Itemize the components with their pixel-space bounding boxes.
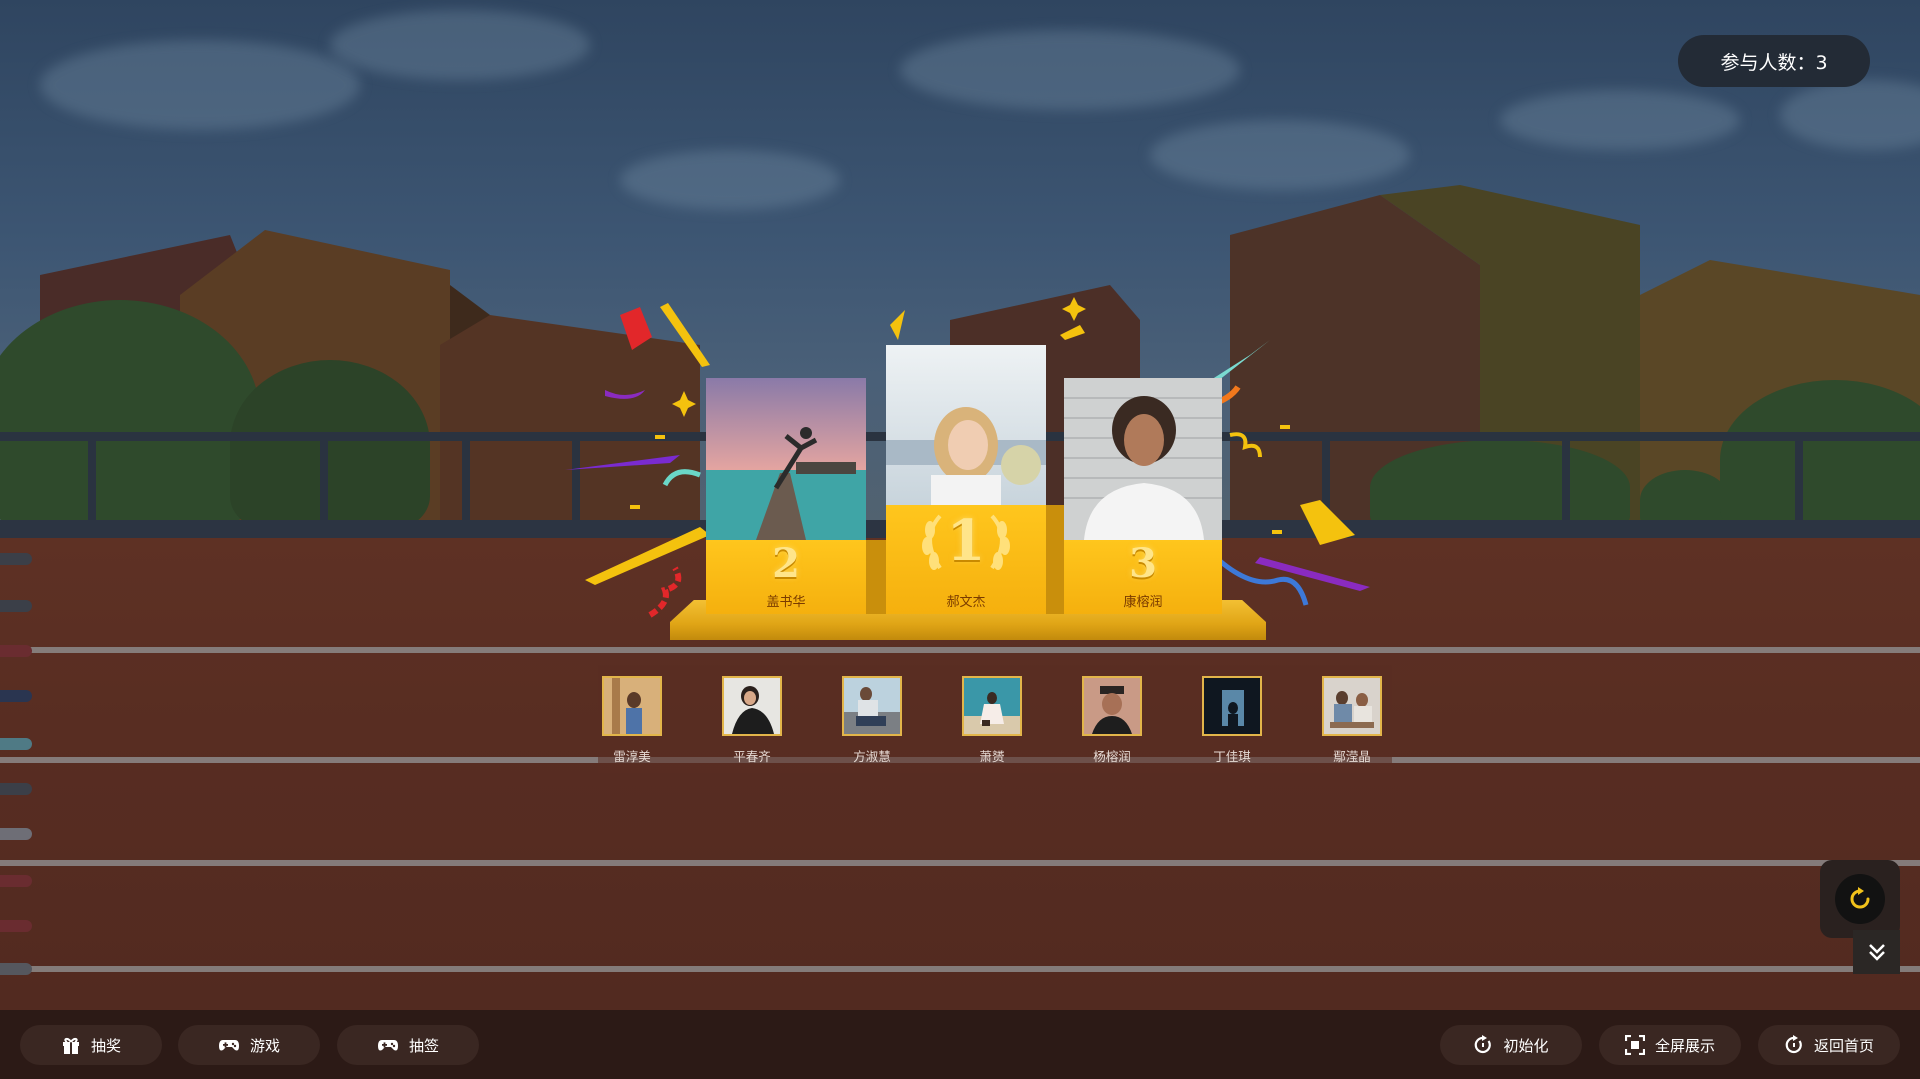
fullscreen-button[interactable]: 全屏展示 (1599, 1025, 1741, 1065)
gift-icon (62, 1037, 79, 1054)
podium-third-side (1046, 540, 1064, 614)
participant-count-text: 参与人数：3 (1720, 51, 1828, 74)
winner-third-name: 康榕润 (1123, 595, 1163, 610)
participant-item[interactable]: 平春齐 (722, 676, 782, 765)
participant-avatar (962, 676, 1022, 736)
winner-second-name: 盖书华 (766, 595, 806, 610)
fullscreen-icon (1624, 1035, 1645, 1055)
shoe-decoration (0, 920, 32, 932)
game-label: 游戏 (249, 1036, 280, 1055)
participant-item[interactable]: 方淑慧 (842, 676, 902, 765)
participant-avatar (842, 676, 902, 736)
participant-avatar (602, 676, 662, 736)
participant-name: 杨榕润 (1093, 749, 1131, 764)
bush-left-small (230, 360, 430, 530)
participant-item[interactable]: 萧赟 (962, 676, 1022, 765)
winner-second-photo (706, 378, 866, 540)
double-chevron-down-icon (1868, 944, 1885, 961)
track-lane-line (0, 860, 1920, 866)
participant-avatar (722, 676, 782, 736)
lottery-label: 抽奖 (90, 1036, 121, 1055)
draw-label: 抽签 (408, 1036, 439, 1055)
draw-button[interactable]: 抽签 (337, 1025, 479, 1065)
shoe-decoration (0, 738, 32, 750)
cloud (330, 10, 590, 80)
fence-post (462, 432, 470, 527)
winner-first-name: 郝文杰 (946, 595, 986, 610)
rank-first-number: 1 (946, 508, 986, 574)
cloud (40, 40, 360, 130)
gamepad-icon (218, 1040, 239, 1051)
shoe-decoration (0, 553, 32, 565)
cloud (620, 150, 840, 210)
participant-item[interactable]: 鄢滢晶 (1322, 676, 1382, 765)
participant-name: 方淑慧 (853, 749, 891, 764)
cloud (900, 30, 1240, 110)
bush-left (0, 300, 260, 530)
participant-name: 平春齐 (733, 749, 771, 764)
participant-count-badge: 参与人数：3 (1678, 35, 1870, 87)
fence-post (1562, 432, 1570, 527)
rank-second-number: 2 (772, 540, 800, 587)
lottery-button[interactable]: 抽奖 (20, 1025, 162, 1065)
participant-avatar (1082, 676, 1142, 736)
participant-name: 雷淳美 (613, 749, 651, 764)
gamepad-icon (377, 1040, 398, 1051)
rank-third-number: 3 (1129, 540, 1157, 587)
back-home-button[interactable]: 返回首页 (1758, 1025, 1900, 1065)
fullscreen-label: 全屏展示 (1654, 1036, 1715, 1055)
participant-item[interactable]: 丁佳琪 (1202, 676, 1262, 765)
cloud (1150, 120, 1410, 190)
podium-second-side (866, 540, 886, 614)
participant-avatar (1322, 676, 1382, 736)
participant-avatar (1202, 676, 1262, 736)
collapse-button[interactable] (1853, 930, 1900, 974)
participant-name: 萧赟 (979, 749, 1005, 764)
winner-first-photo (886, 345, 1046, 505)
participant-item[interactable]: 雷淳美 (602, 676, 662, 765)
shoe-decoration (0, 645, 32, 657)
fence-post (88, 432, 96, 527)
participant-name: 丁佳琪 (1213, 749, 1251, 764)
refresh-icon (1850, 887, 1870, 909)
power-reset-icon (1785, 1035, 1802, 1054)
shoe-decoration (0, 875, 32, 887)
power-reset-icon (1475, 1035, 1492, 1054)
fence-post (320, 432, 328, 527)
shoe-decoration (0, 963, 32, 975)
initialize-label: 初始化 (1503, 1036, 1549, 1055)
shoe-decoration (0, 600, 32, 612)
back-home-label: 返回首页 (1813, 1036, 1874, 1055)
participant-item[interactable]: 杨榕润 (1082, 676, 1142, 765)
cloud (1500, 90, 1740, 150)
shoe-decoration (0, 690, 32, 702)
shoe-decoration (0, 828, 32, 840)
initialize-button[interactable]: 初始化 (1440, 1025, 1582, 1065)
track-lane-line (0, 966, 1920, 972)
game-button[interactable]: 游戏 (178, 1025, 320, 1065)
track-lane-line (0, 647, 1920, 653)
fence-post (1795, 432, 1803, 527)
shoe-decoration (0, 783, 32, 795)
winner-third-photo (1064, 378, 1222, 540)
refresh-button[interactable] (1835, 874, 1885, 924)
participant-name: 鄢滢晶 (1333, 749, 1371, 764)
